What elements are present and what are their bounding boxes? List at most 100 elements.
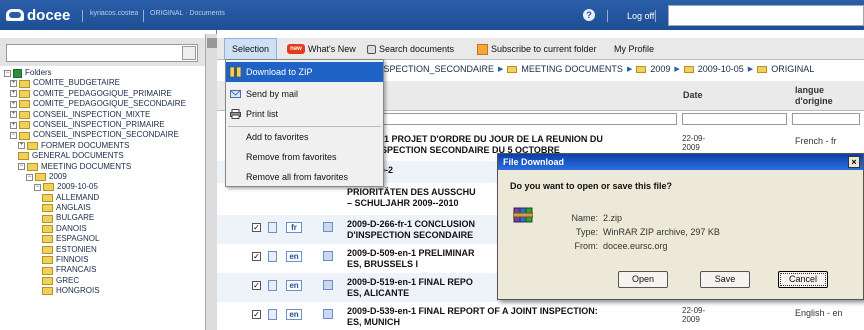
- tree-node[interactable]: ALLEMAND: [4, 193, 204, 203]
- tree-node[interactable]: DANOIS: [4, 224, 204, 234]
- tree-node[interactable]: GENERAL DOCUMENTS: [4, 151, 204, 161]
- breadcrumb-item[interactable]: 2009: [650, 64, 670, 74]
- collapse-icon[interactable]: −: [18, 163, 25, 171]
- breadcrumb-arrow-icon: ▶: [747, 66, 754, 73]
- docee-logo[interactable]: docee: [6, 5, 76, 25]
- tree-node[interactable]: + CONSEIL_INSPECTION_MIXTE: [4, 110, 204, 120]
- expand-icon[interactable]: +: [10, 121, 17, 129]
- menu-item-label: Remove from favorites: [246, 152, 337, 162]
- collapse-icon[interactable]: −: [4, 69, 11, 77]
- column-header-date[interactable]: Date: [683, 90, 703, 100]
- close-icon[interactable]: ×: [848, 156, 860, 168]
- menu-subscribe[interactable]: Subscribe to current folder: [477, 38, 597, 60]
- expand-icon[interactable]: +: [10, 111, 17, 119]
- tree-node[interactable]: − CONSEIL_INSPECTION_SECONDAIRE: [4, 130, 204, 140]
- tree-node[interactable]: + COMITE_PEDAGOGIQUE_SECONDAIRE: [4, 99, 204, 109]
- scroll-up-icon[interactable]: [207, 38, 217, 48]
- lang-filter-input[interactable]: [792, 113, 860, 125]
- collapse-icon[interactable]: −: [34, 183, 41, 191]
- from-label: From:: [574, 241, 599, 251]
- breadcrumb-item[interactable]: MEETING DOCUMENTS: [521, 64, 623, 74]
- tree-node-label: COMITE_BUDGETAIRE: [33, 78, 120, 88]
- filter-go-icon[interactable]: [182, 46, 196, 60]
- attachment-icon[interactable]: [323, 222, 333, 232]
- help-icon[interactable]: ?: [583, 9, 595, 21]
- collapse-icon[interactable]: −: [10, 132, 17, 140]
- menu-item-add-favorites[interactable]: Add to favorites: [226, 127, 383, 147]
- menu-profile[interactable]: My Profile: [614, 38, 654, 60]
- brand-name: docee: [27, 6, 71, 24]
- column-header-lang[interactable]: langue: [795, 85, 824, 95]
- tree-node[interactable]: FRANCAIS: [4, 265, 204, 275]
- folder-icon: [42, 287, 53, 296]
- breadcrumb-item[interactable]: ORIGINAL: [771, 64, 814, 74]
- dialog-question: Do you want to open or save this file?: [510, 181, 673, 191]
- menu-item-send-mail[interactable]: Send by mail: [226, 84, 383, 104]
- breadcrumb-item[interactable]: 2009-10-05: [698, 64, 744, 74]
- menu-search[interactable]: Search documents: [367, 38, 454, 60]
- menu-whats-new[interactable]: new What's New: [287, 38, 356, 60]
- attachment-icon[interactable]: [323, 280, 333, 290]
- tree-root[interactable]: − Folders: [4, 68, 204, 78]
- tree-node[interactable]: + CONSEIL_INSPECTION_PRIMAIRE: [4, 120, 204, 130]
- expand-icon[interactable]: +: [10, 80, 17, 88]
- tree-node[interactable]: ESTONIEN: [4, 245, 204, 255]
- dialog-title-bar[interactable]: File Download ×: [498, 154, 863, 170]
- menu-item-print-list[interactable]: Print list: [226, 104, 383, 124]
- column-header-lang-2: d'origine: [795, 96, 833, 106]
- menu-bar: Selection new What's New Search document…: [217, 38, 864, 60]
- tree-node[interactable]: + COMITE_PEDAGOGIQUE_PRIMAIRE: [4, 89, 204, 99]
- tree-node[interactable]: FINNOIS: [4, 255, 204, 265]
- expand-icon[interactable]: +: [10, 100, 17, 108]
- document-icon[interactable]: [268, 251, 277, 262]
- tree-node[interactable]: + COMITE_BUDGETAIRE: [4, 78, 204, 88]
- header-context: ORIGINAL · Documents: [150, 10, 225, 17]
- menu-item-remove-favorites[interactable]: Remove from favorites: [226, 147, 383, 167]
- collapse-icon[interactable]: −: [26, 173, 33, 181]
- header-search-input[interactable]: [668, 5, 864, 26]
- attachment-icon[interactable]: [323, 309, 333, 319]
- document-title[interactable]: D-107-fr-1 PROJET D'ORDRE DU JOUR DE LA …: [347, 134, 677, 145]
- title-filter-input[interactable]: [347, 113, 677, 125]
- tree-node-label: ESTONIEN: [56, 244, 97, 254]
- tree-node[interactable]: − 2009-10-05: [4, 182, 204, 192]
- cancel-button[interactable]: Cancel: [778, 271, 828, 288]
- tree-node[interactable]: GREC: [4, 276, 204, 286]
- row-checkbox[interactable]: ✓: [252, 310, 261, 319]
- menu-item-remove-all-favorites[interactable]: Remove all from favorites: [226, 167, 383, 187]
- folder-panel-scrollbar[interactable]: [205, 34, 217, 330]
- folder-icon: [19, 110, 30, 119]
- breadcrumb-item[interactable]: NSPECTION_SECONDAIRE: [377, 64, 494, 74]
- save-button[interactable]: Save: [700, 271, 750, 288]
- date-filter-input[interactable]: [682, 113, 787, 125]
- menu-selection[interactable]: Selection: [224, 38, 278, 60]
- document-title[interactable]: 2009-D-539-en-1 FINAL REPORT OF A JOINT …: [347, 306, 677, 317]
- tree-node[interactable]: ANGLAIS: [4, 203, 204, 213]
- document-language: English - en: [795, 308, 843, 318]
- tree-node[interactable]: ESPAGNOL: [4, 234, 204, 244]
- row-checkbox[interactable]: ✓: [252, 223, 261, 232]
- logo-mark-icon: [6, 9, 24, 21]
- logoff-link[interactable]: Log off: [627, 11, 654, 21]
- language-badge: en: [286, 251, 302, 262]
- table-row[interactable]: ✓ en 2009-D-539-en-1 FINAL REPORT OF A JOI…: [217, 302, 864, 330]
- row-checkbox[interactable]: ✓: [252, 252, 261, 261]
- expand-icon[interactable]: +: [10, 90, 17, 98]
- tree-node[interactable]: BULGARE: [4, 213, 204, 223]
- document-icon[interactable]: [268, 222, 277, 233]
- tree-node[interactable]: + FORMER DOCUMENTS: [4, 141, 204, 151]
- document-icon[interactable]: [268, 280, 277, 291]
- open-button[interactable]: Open: [618, 271, 668, 288]
- expand-icon[interactable]: +: [18, 142, 25, 150]
- folder-filter-input[interactable]: [6, 44, 198, 62]
- menu-item-download-zip[interactable]: Download to ZIP: [226, 62, 383, 82]
- document-icon[interactable]: [268, 309, 277, 320]
- tree-node[interactable]: HONGROIS: [4, 286, 204, 296]
- type-label: Type:: [575, 227, 598, 237]
- tree-node[interactable]: − 2009: [4, 172, 204, 182]
- tree-node[interactable]: − MEETING DOCUMENTS: [4, 162, 204, 172]
- row-checkbox[interactable]: ✓: [252, 281, 261, 290]
- language-badge: en: [286, 309, 302, 320]
- attachment-icon[interactable]: [323, 251, 333, 261]
- file-download-dialog: File Download × Do you want to open or s…: [497, 153, 864, 300]
